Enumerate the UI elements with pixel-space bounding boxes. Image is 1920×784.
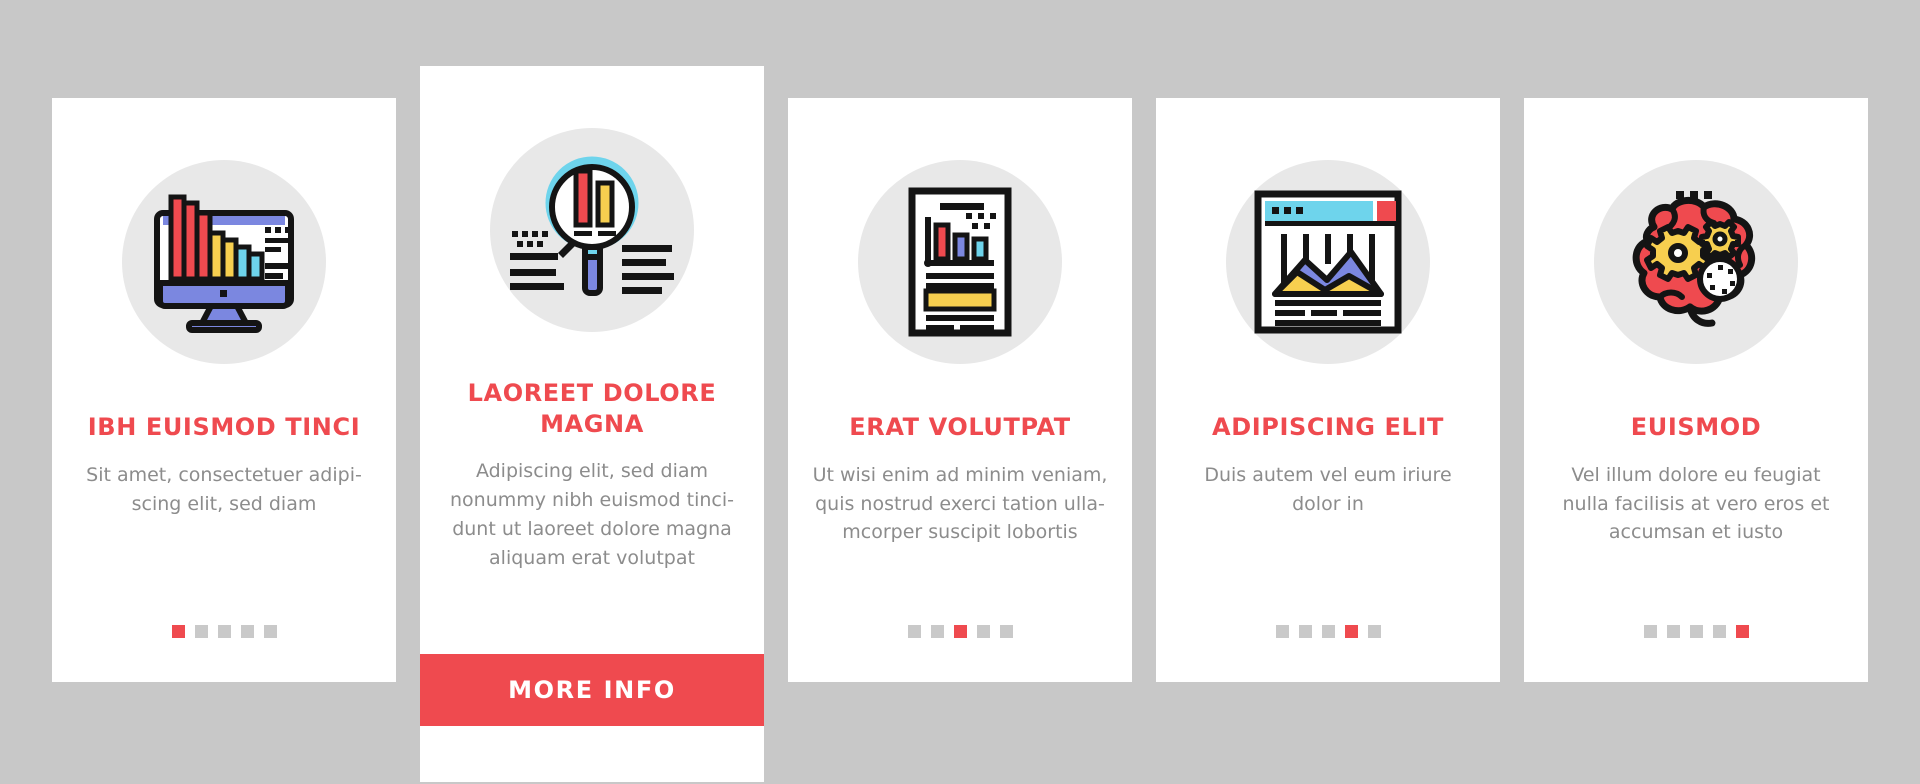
pagination-dots[interactable]: [1643, 625, 1749, 638]
pagination-dot[interactable]: [1689, 625, 1703, 638]
pagination-dots[interactable]: [1275, 625, 1381, 638]
browser-window-area-chart-icon: [1254, 190, 1402, 334]
pagination-dot[interactable]: [1275, 625, 1289, 638]
document-report-chart-icon: [908, 187, 1012, 337]
card-title: IBH EUISMOD TINCI: [87, 413, 361, 441]
desktop-monitor-bar-chart-icon: [154, 194, 294, 333]
card-title: LAOREET DOLORE MAGNA: [467, 379, 717, 438]
pagination-dot[interactable]: [930, 625, 944, 638]
pagination-dot[interactable]: [976, 625, 990, 638]
onboarding-card-3[interactable]: ERAT VOLUTPAT Ut wisi enim ad minim veni…: [788, 98, 1132, 682]
pagination-dot[interactable]: [217, 625, 231, 638]
icon-badge-4: [1226, 160, 1430, 364]
cta-slot: MORE INFO: [420, 654, 764, 726]
pagination-dot[interactable]: [1735, 625, 1749, 638]
brain-gears-thinking-icon: [1632, 191, 1756, 327]
icon-badge-2: [490, 128, 694, 332]
pagination-dot[interactable]: [953, 625, 967, 638]
pagination-dot[interactable]: [1666, 625, 1680, 638]
pagination-dot[interactable]: [1712, 625, 1726, 638]
card-title: ADIPISCING ELIT: [1212, 413, 1444, 441]
onboarding-card-1[interactable]: IBH EUISMOD TINCI Sit amet, consectetuer…: [52, 98, 396, 682]
more-info-button[interactable]: MORE INFO: [420, 654, 764, 726]
pagination-dots[interactable]: [907, 625, 1013, 638]
card-description: Sit amet, consectetuer adipi- scing elit…: [86, 463, 362, 515]
pagination-dot[interactable]: [1298, 625, 1312, 638]
pagination-dot[interactable]: [907, 625, 921, 638]
card-description: Adipiscing elit, sed diam nonummy nibh e…: [449, 460, 734, 570]
pagination-dot[interactable]: [1367, 625, 1381, 638]
onboarding-card-5[interactable]: EUISMOD Vel illum dolore eu feugiat null…: [1524, 98, 1868, 682]
pagination-dot[interactable]: [263, 625, 277, 638]
card-description: Ut wisi enim ad minim veniam, quis nostr…: [812, 463, 1108, 544]
pagination-dot[interactable]: [240, 625, 254, 638]
pagination-dot[interactable]: [171, 625, 185, 638]
icon-badge-5: [1594, 160, 1798, 364]
icon-badge-1: [122, 160, 326, 364]
pagination-dots[interactable]: [171, 625, 277, 638]
pagination-dot[interactable]: [1344, 625, 1358, 638]
card-title: EUISMOD: [1630, 413, 1762, 441]
magnifier-bar-chart-analysis-icon: [510, 156, 674, 296]
pagination-dot[interactable]: [194, 625, 208, 638]
onboarding-screens-stage: IBH EUISMOD TINCI Sit amet, consectetuer…: [0, 0, 1920, 784]
pagination-dot[interactable]: [1643, 625, 1657, 638]
pagination-dot[interactable]: [1321, 625, 1335, 638]
icon-badge-3: [858, 160, 1062, 364]
card-description: Vel illum dolore eu feugiat nulla facili…: [1562, 463, 1830, 544]
card-title: ERAT VOLUTPAT: [849, 413, 1071, 441]
card-bottom-pad: [420, 726, 764, 782]
pagination-dot[interactable]: [999, 625, 1013, 638]
onboarding-card-2[interactable]: LAOREET DOLORE MAGNA Adipiscing elit, se…: [420, 66, 764, 782]
card-description: Duis autem vel eum iriure dolor in: [1204, 463, 1452, 515]
onboarding-card-4[interactable]: ADIPISCING ELIT Duis autem vel eum iriur…: [1156, 98, 1500, 682]
